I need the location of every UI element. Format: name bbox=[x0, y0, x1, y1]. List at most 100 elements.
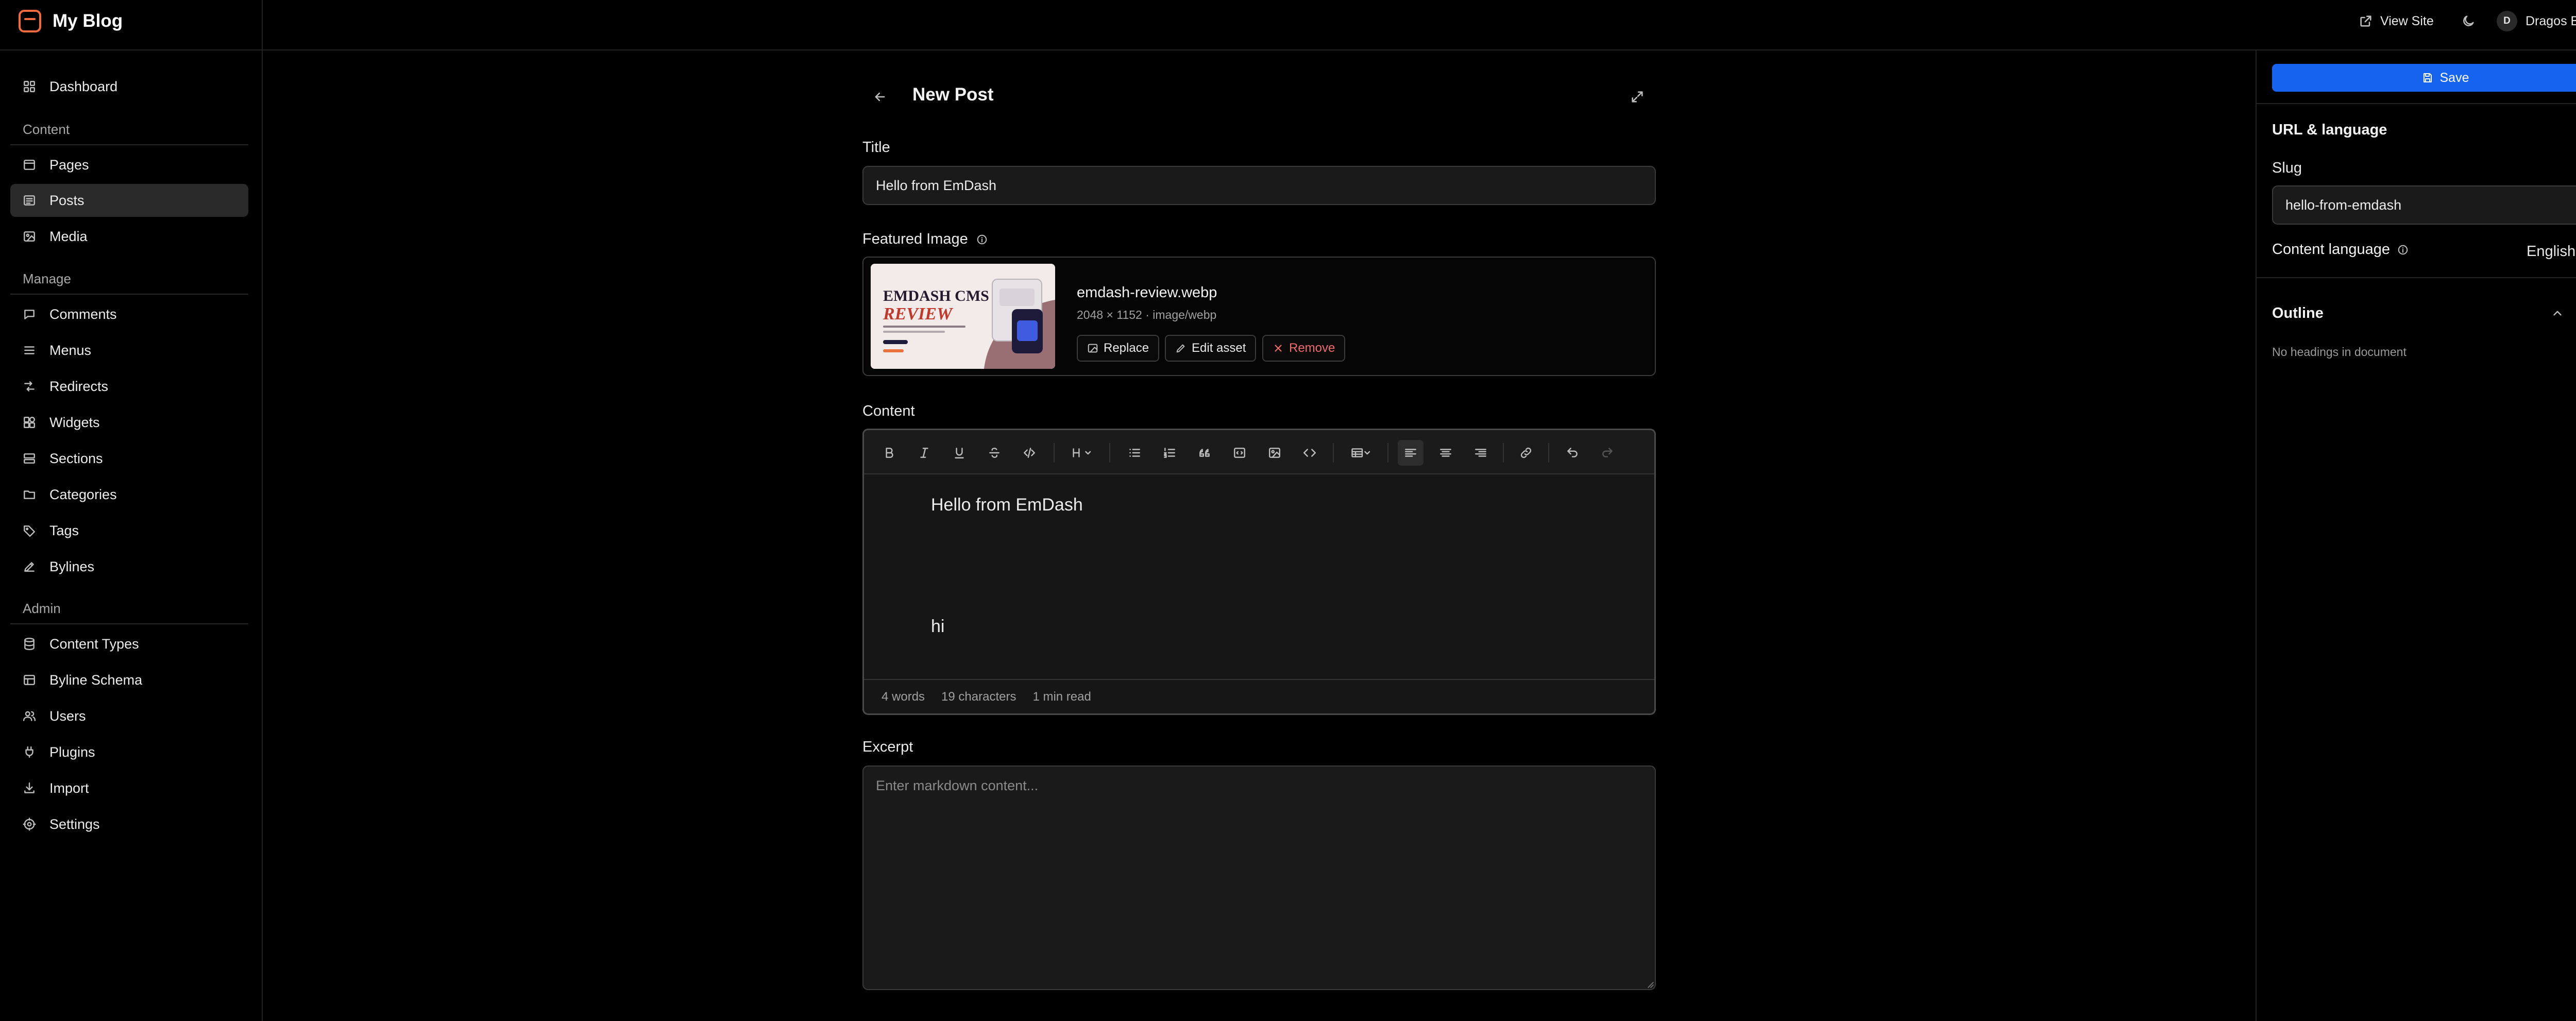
edit-asset-button[interactable]: Edit asset bbox=[1165, 335, 1257, 362]
link-button[interactable] bbox=[1513, 440, 1539, 466]
sidebar-item-pages[interactable]: Pages bbox=[10, 148, 248, 181]
sidebar-item-users[interactable]: Users bbox=[10, 700, 248, 733]
italic-button[interactable] bbox=[911, 440, 937, 466]
underline-button[interactable] bbox=[946, 440, 972, 466]
code-block-button[interactable] bbox=[1227, 440, 1252, 466]
align-right-icon bbox=[1475, 449, 1486, 457]
view-site-link[interactable]: View Site bbox=[2359, 10, 2434, 32]
rich-text-editor: Hello from EmDash hi 4 words 19 characte… bbox=[862, 429, 1656, 715]
arrow-left-icon bbox=[875, 92, 885, 101]
sidebar-item-widgets[interactable]: Widgets bbox=[10, 406, 248, 439]
chevron-up-icon bbox=[2553, 311, 2562, 316]
redo-icon bbox=[1602, 448, 1613, 457]
sidebar-item-sections[interactable]: Sections bbox=[10, 442, 248, 475]
sidebar-item-redirects[interactable]: Redirects bbox=[10, 370, 248, 403]
undo-button[interactable] bbox=[1560, 440, 1585, 466]
sidebar-item-label: Media bbox=[49, 228, 88, 244]
remove-image-button[interactable]: Remove bbox=[1262, 335, 1346, 362]
fullscreen-button[interactable] bbox=[1623, 82, 1652, 111]
sidebar-item-plugins[interactable]: Plugins bbox=[10, 736, 248, 769]
sidebar-item-tags[interactable]: Tags bbox=[10, 514, 248, 547]
sidebar-item-menus[interactable]: Menus bbox=[10, 334, 248, 367]
import-icon bbox=[24, 782, 35, 793]
embed-button[interactable] bbox=[1297, 440, 1323, 466]
users-icon bbox=[23, 711, 36, 721]
app-logo-icon bbox=[19, 10, 41, 32]
insert-image-button[interactable] bbox=[1262, 440, 1287, 466]
toolbar-separator bbox=[1109, 443, 1110, 463]
bullet-list-button[interactable] bbox=[1122, 440, 1147, 466]
sidebar-item-label: Content Types bbox=[49, 636, 139, 652]
close-icon bbox=[1275, 345, 1282, 352]
table-dropdown[interactable] bbox=[1344, 440, 1380, 466]
heading-dropdown[interactable] bbox=[1065, 440, 1101, 466]
featured-image-thumbnail[interactable]: EMDASH CMS REVIEW bbox=[871, 264, 1055, 369]
info-icon[interactable] bbox=[976, 234, 988, 245]
content-language-label: Content language bbox=[2272, 241, 2390, 258]
sidebar-item-label: Redirects bbox=[49, 378, 109, 394]
align-center-button[interactable] bbox=[1433, 440, 1459, 466]
sidebar-item-content-types[interactable]: Content Types bbox=[10, 627, 248, 660]
align-center-icon bbox=[1440, 449, 1451, 457]
user-menu[interactable]: D Dragos Balota bbox=[2497, 9, 2576, 33]
redo-button[interactable] bbox=[1595, 440, 1620, 466]
brand[interactable]: My Blog bbox=[19, 9, 123, 33]
back-button[interactable] bbox=[866, 82, 894, 111]
sidebar-item-media[interactable]: Media bbox=[10, 220, 248, 253]
strikethrough-button[interactable] bbox=[981, 440, 1007, 466]
content-paragraph[interactable]: hi bbox=[931, 617, 944, 637]
save-button[interactable]: Save bbox=[2272, 64, 2576, 92]
avatar: D bbox=[2497, 11, 2517, 31]
sidebar-item-import[interactable]: Import bbox=[10, 772, 248, 805]
resize-grip-icon[interactable] bbox=[1647, 981, 1654, 988]
sidebar-item-categories[interactable]: Categories bbox=[10, 478, 248, 511]
slug-input[interactable]: hello-from-emdash bbox=[2272, 185, 2576, 225]
sections-icon bbox=[24, 453, 35, 464]
sidebar-item-posts[interactable]: Posts bbox=[10, 184, 248, 217]
content-paragraph[interactable]: Hello from EmDash bbox=[931, 495, 1083, 515]
strikethrough-icon bbox=[989, 448, 999, 458]
sidebar-item-byline-schema[interactable]: Byline Schema bbox=[10, 663, 248, 696]
align-left-icon bbox=[1405, 449, 1416, 457]
redirects-icon bbox=[24, 381, 35, 392]
code-block-icon bbox=[1234, 448, 1245, 458]
sidebar-item-label: Comments bbox=[49, 306, 117, 322]
ordered-list-button[interactable] bbox=[1157, 440, 1182, 466]
title-input[interactable]: Hello from EmDash bbox=[862, 166, 1656, 205]
theme-toggle-button[interactable] bbox=[2458, 10, 2479, 32]
external-link-icon bbox=[2360, 15, 2371, 27]
sidebar-item-label: Import bbox=[49, 780, 89, 796]
thumbnail-title: EMDASH CMS bbox=[883, 287, 989, 304]
outline-collapse-button[interactable] bbox=[2547, 303, 2568, 324]
sidebar-item-label: Plugins bbox=[49, 744, 95, 760]
toolbar-separator bbox=[1387, 443, 1388, 463]
sidebar-item-bylines[interactable]: Bylines bbox=[10, 550, 248, 583]
language-value: English bbox=[2527, 243, 2576, 260]
info-icon[interactable] bbox=[2397, 244, 2409, 256]
quote-icon bbox=[1199, 449, 1210, 457]
bold-button[interactable] bbox=[876, 440, 902, 466]
replace-image-button[interactable]: Replace bbox=[1077, 335, 1160, 362]
sidebar-item-comments[interactable]: Comments bbox=[10, 298, 248, 331]
undo-icon bbox=[1567, 448, 1578, 457]
save-label: Save bbox=[2439, 70, 2469, 85]
table-icon bbox=[1351, 448, 1370, 457]
sidebar-item-dashboard[interactable]: Dashboard bbox=[10, 70, 248, 103]
tags-icon bbox=[24, 525, 35, 537]
nav-section-admin: Admin bbox=[23, 601, 61, 616]
sidebar-item-settings[interactable]: Settings bbox=[10, 808, 248, 841]
editor-content-area[interactable]: Hello from EmDash hi bbox=[864, 474, 1654, 670]
thumbnail-subtitle: REVIEW bbox=[883, 304, 954, 324]
view-site-label: View Site bbox=[2380, 13, 2434, 28]
align-right-button[interactable] bbox=[1468, 440, 1494, 466]
toolbar-separator bbox=[1333, 443, 1334, 463]
url-language-heading: URL & language bbox=[2272, 122, 2387, 138]
excerpt-textarea[interactable] bbox=[862, 765, 1656, 990]
outline-heading: Outline bbox=[2272, 305, 2324, 321]
align-left-button[interactable] bbox=[1398, 440, 1423, 466]
bylines-icon bbox=[24, 562, 35, 572]
toolbar-separator bbox=[1548, 443, 1549, 463]
pages-icon bbox=[24, 160, 35, 170]
inline-code-button[interactable] bbox=[1016, 440, 1042, 466]
blockquote-button[interactable] bbox=[1192, 440, 1217, 466]
